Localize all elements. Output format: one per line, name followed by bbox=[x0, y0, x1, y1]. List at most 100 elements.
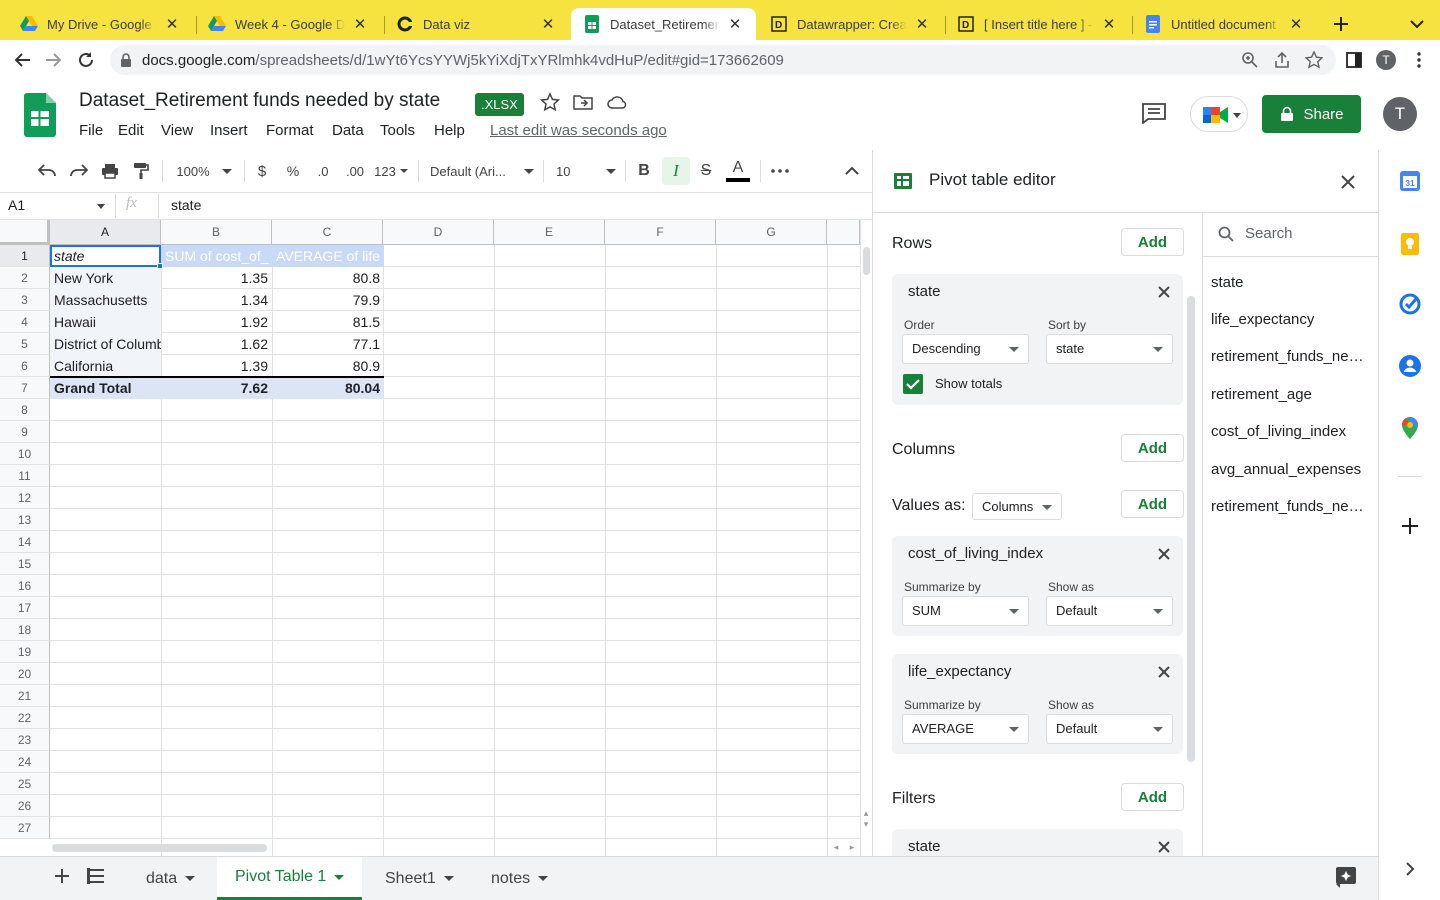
profile-avatar[interactable]: T bbox=[1376, 50, 1396, 70]
row-header[interactable]: 6 bbox=[0, 355, 50, 377]
close-icon[interactable]: ✕ bbox=[913, 15, 931, 33]
pivot-header-cell[interactable]: AVERAGE of life bbox=[272, 245, 384, 267]
row-header[interactable]: 15 bbox=[0, 553, 50, 575]
side-panel-icon[interactable] bbox=[1345, 51, 1363, 69]
browser-menu-icon[interactable] bbox=[1410, 51, 1428, 69]
scroll-arrows[interactable]: ◂ ▸ bbox=[828, 842, 860, 854]
sheet-tab-pivot-table-1[interactable]: Pivot Table 1 bbox=[217, 857, 363, 900]
comments-icon[interactable] bbox=[1141, 102, 1167, 124]
vscroll-arrows[interactable]: ▴ ▾ bbox=[860, 808, 872, 838]
pivot-value-cell[interactable]: 1.62 bbox=[161, 333, 272, 355]
row-header[interactable]: 9 bbox=[0, 421, 50, 443]
forward-icon[interactable] bbox=[40, 48, 68, 72]
print-icon[interactable] bbox=[99, 160, 121, 182]
row-header[interactable]: 21 bbox=[0, 685, 50, 707]
font-family-select[interactable]: Default (Ari... bbox=[430, 160, 534, 182]
more-options-icon[interactable] bbox=[769, 160, 791, 182]
pivot-value-cell[interactable]: 1.34 bbox=[161, 289, 272, 311]
browser-tab[interactable]: D Datawrapper: Create ✕ bbox=[758, 8, 943, 40]
google-calendar-icon[interactable]: 31 bbox=[1398, 169, 1422, 193]
undo-icon[interactable] bbox=[36, 160, 58, 182]
row-header[interactable]: 13 bbox=[0, 509, 50, 531]
show-side-panel-chevron-icon[interactable] bbox=[1398, 857, 1422, 881]
close-icon[interactable]: ✕ bbox=[726, 15, 744, 33]
horizontal-scrollbar-thumb[interactable] bbox=[52, 844, 267, 852]
row-header[interactable]: 16 bbox=[0, 575, 50, 597]
explore-icon[interactable] bbox=[1335, 866, 1357, 888]
browser-tab[interactable]: Untitled document - G ✕ bbox=[1132, 8, 1317, 40]
url-text[interactable]: docs.google.com/spreadsheets/d/1wYt6YcsY… bbox=[142, 52, 784, 69]
font-size-select[interactable]: 10 bbox=[556, 160, 616, 182]
scrollbar-thumb[interactable] bbox=[863, 247, 870, 275]
row-header[interactable]: 14 bbox=[0, 531, 50, 553]
spreadsheet-grid[interactable]: A B C D E F G 1 2 3 4 5 6 7 8 9 10 11 12 13 14 15 16 17 1… bbox=[0, 220, 872, 856]
add-column-button[interactable]: Add bbox=[1121, 434, 1184, 462]
close-icon[interactable] bbox=[1157, 665, 1173, 681]
pivot-row-label[interactable]: Hawaii bbox=[50, 311, 161, 333]
row-header[interactable]: 19 bbox=[0, 641, 50, 663]
pivot-value-cell[interactable]: 79.9 bbox=[272, 289, 384, 311]
menu-edit[interactable]: Edit bbox=[118, 122, 144, 139]
share-page-icon[interactable] bbox=[1273, 51, 1291, 69]
close-icon[interactable]: ✕ bbox=[1100, 15, 1118, 33]
pivot-value-cell[interactable]: 1.35 bbox=[161, 267, 272, 289]
row-header[interactable]: 10 bbox=[0, 443, 50, 465]
text-color-button[interactable]: A bbox=[725, 160, 751, 182]
close-icon[interactable] bbox=[1157, 840, 1173, 856]
row-header[interactable]: 11 bbox=[0, 465, 50, 487]
add-row-button[interactable]: Add bbox=[1121, 228, 1184, 256]
field-item[interactable]: life_expectancy bbox=[1211, 311, 1371, 328]
row-header[interactable]: 17 bbox=[0, 597, 50, 619]
row-header[interactable]: 24 bbox=[0, 751, 50, 773]
sheet-tab-data[interactable]: data bbox=[128, 857, 213, 900]
pivot-value-cell[interactable]: 1.92 bbox=[161, 311, 272, 333]
menu-data[interactable]: Data bbox=[332, 122, 364, 139]
pivot-row-label[interactable]: California bbox=[50, 355, 161, 377]
row-header[interactable]: 22 bbox=[0, 707, 50, 729]
show-totals-checkbox[interactable] bbox=[903, 374, 923, 394]
column-header[interactable]: D bbox=[383, 220, 494, 245]
close-icon[interactable] bbox=[1340, 174, 1356, 190]
lock-icon[interactable] bbox=[120, 53, 132, 67]
pivot-row-label[interactable]: Massachusetts bbox=[50, 289, 161, 311]
row-header[interactable]: 26 bbox=[0, 795, 50, 817]
row-header[interactable]: 18 bbox=[0, 619, 50, 641]
field-item[interactable]: cost_of_living_index bbox=[1211, 423, 1371, 440]
grand-total-label[interactable]: Grand Total bbox=[50, 377, 161, 399]
row-header[interactable]: 20 bbox=[0, 663, 50, 685]
select-all-corner[interactable] bbox=[0, 220, 50, 245]
row-header[interactable]: 12 bbox=[0, 487, 50, 509]
cloud-status-icon[interactable] bbox=[606, 93, 628, 111]
pivot-value-cell[interactable]: 77.1 bbox=[272, 333, 384, 355]
field-search-input[interactable]: Search bbox=[1245, 225, 1293, 242]
field-item[interactable]: retirement_age bbox=[1211, 386, 1371, 403]
column-header[interactable]: F bbox=[605, 220, 716, 245]
back-icon[interactable] bbox=[8, 48, 36, 72]
google-maps-icon[interactable] bbox=[1398, 416, 1422, 440]
bold-button[interactable]: B bbox=[633, 160, 655, 182]
add-sheet-icon[interactable] bbox=[52, 866, 72, 886]
column-header[interactable]: G bbox=[716, 220, 827, 245]
currency-format-button[interactable]: $ bbox=[252, 160, 272, 182]
menu-tools[interactable]: Tools bbox=[380, 122, 415, 139]
column-header[interactable]: E bbox=[494, 220, 605, 245]
menu-insert[interactable]: Insert bbox=[210, 122, 248, 139]
row-header[interactable]: 27 bbox=[0, 817, 50, 839]
column-header[interactable]: C bbox=[272, 220, 383, 245]
name-box-caret-icon[interactable] bbox=[97, 204, 105, 209]
pivot-value-cell[interactable]: 80.8 bbox=[272, 267, 384, 289]
grand-total-value[interactable]: 7.62 bbox=[161, 377, 272, 399]
row-header[interactable]: 23 bbox=[0, 729, 50, 751]
browser-tab[interactable]: My Drive - Google Drive ✕ bbox=[8, 8, 193, 40]
pivot-row-label[interactable]: New York bbox=[50, 267, 161, 289]
menu-view[interactable]: View bbox=[161, 122, 193, 139]
new-tab-icon[interactable] bbox=[1330, 13, 1352, 35]
all-sheets-icon[interactable] bbox=[86, 867, 106, 885]
menu-file[interactable]: File bbox=[79, 122, 103, 139]
chevron-down-icon[interactable] bbox=[1408, 16, 1426, 32]
google-sheets-logo-icon[interactable] bbox=[24, 93, 56, 137]
values-as-select[interactable]: Columns bbox=[972, 493, 1062, 520]
last-edit-link[interactable]: Last edit was seconds ago bbox=[490, 122, 667, 139]
close-icon[interactable]: ✕ bbox=[163, 15, 181, 33]
formula-input[interactable]: state bbox=[171, 197, 201, 213]
